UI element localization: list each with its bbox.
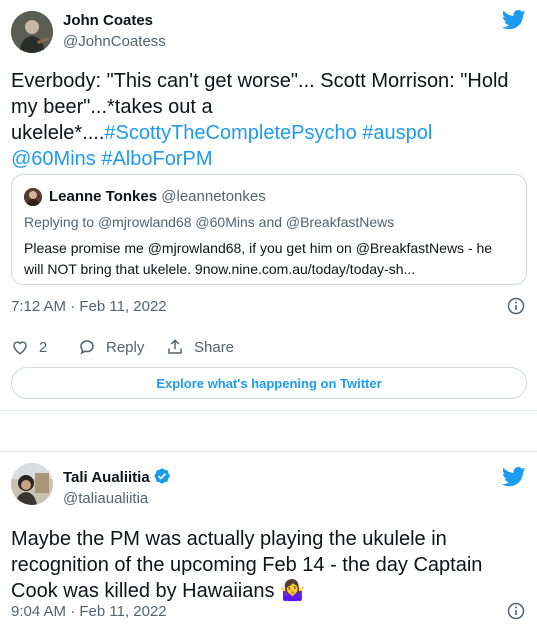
- tweet-card-1: John Coates @JohnCoatess Everbody: "This…: [0, 0, 537, 411]
- tweet-text: Everbody: "This can't get worse"... Scot…: [11, 68, 521, 172]
- heart-icon: [13, 341, 27, 355]
- reply-label: Reply: [106, 338, 145, 356]
- quote-replying-to: Replying to @mjrowland68 @60Mins and @Br…: [24, 214, 394, 230]
- quote-author-name: Leanne Tonkes: [49, 188, 158, 205]
- tweet-timestamp[interactable]: 9:04 AM · Feb 11, 2022: [11, 603, 167, 620]
- tweet-timestamp[interactable]: 7:12 AM · Feb 11, 2022: [11, 298, 167, 315]
- reply-mention: @BreakfastNews: [285, 214, 395, 230]
- reply-mention: @60Mins: [195, 214, 255, 230]
- author-handle[interactable]: @JohnCoatess: [63, 33, 166, 50]
- info-icon[interactable]: [507, 602, 525, 620]
- author-name[interactable]: John Coates: [63, 12, 153, 29]
- twitter-bird-icon[interactable]: [502, 467, 526, 487]
- share-icon: [168, 339, 182, 354]
- author-name-text: Tali Aualiitia: [63, 469, 150, 486]
- share-label: Share: [194, 338, 235, 356]
- avatar-leanne-tonkes: [24, 188, 42, 206]
- avatar-tali-aualiitia[interactable]: [11, 463, 53, 505]
- tweet-text-plain: Maybe the PM was actually playing the uk…: [11, 528, 483, 602]
- share-button[interactable]: Share: [166, 338, 234, 356]
- tweet-card-2: Tali Aualiitia @taliaualiitia Maybe the …: [0, 451, 537, 626]
- author-handle[interactable]: @taliaualiitia: [63, 490, 148, 507]
- reply-icon: [80, 340, 94, 355]
- like-button[interactable]: 2: [11, 338, 47, 356]
- shrug-emoji: 🤷‍♀️: [280, 580, 305, 602]
- like-count: 2: [39, 338, 48, 356]
- reply-button[interactable]: Reply: [78, 338, 144, 356]
- reply-mention: @mjrowland68: [97, 214, 192, 230]
- explore-twitter-button[interactable]: Explore what's happening on Twitter: [11, 367, 527, 399]
- twitter-bird-icon[interactable]: [502, 10, 526, 30]
- info-icon[interactable]: [507, 297, 525, 315]
- tweet-text: Maybe the PM was actually playing the uk…: [11, 526, 526, 604]
- quote-author: Leanne Tonkes @leannetonkes: [49, 188, 266, 205]
- avatar-john-coates[interactable]: [11, 11, 53, 53]
- author-name[interactable]: Tali Aualiitia: [63, 467, 171, 486]
- quote-author-handle: @leannetonkes: [161, 188, 266, 205]
- verified-badge-icon: [154, 468, 170, 484]
- quoted-tweet[interactable]: Leanne Tonkes @leannetonkes Replying to …: [11, 174, 527, 285]
- quote-text: Please promise me @mjrowland68, if you g…: [24, 240, 493, 277]
- reply-prefix: Replying to: [24, 214, 95, 230]
- reply-and: and: [258, 214, 283, 230]
